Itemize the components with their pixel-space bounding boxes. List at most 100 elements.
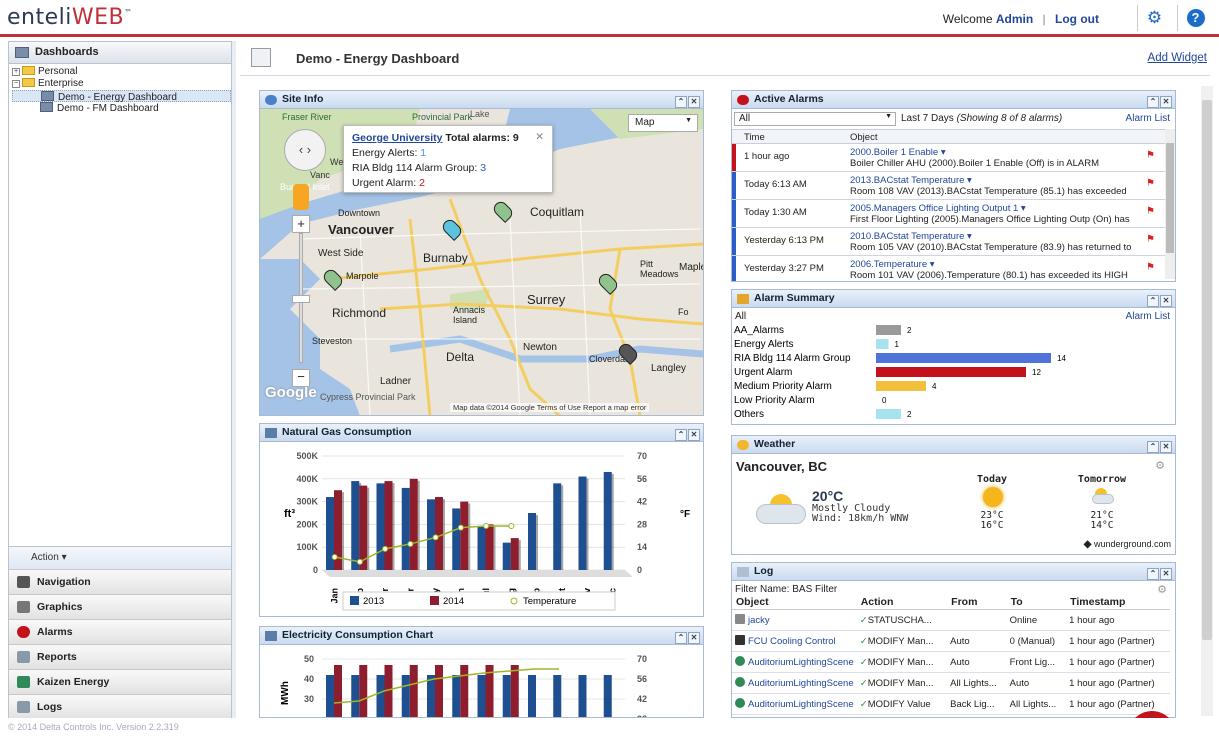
- summary-category-label[interactable]: Urgent Alarm: [734, 367, 792, 378]
- bar-2013[interactable]: [502, 675, 511, 717]
- alarm-row[interactable]: Yesterday 6:13 PM 2010.BACstat Temperatur…: [732, 228, 1165, 256]
- collapse-icon[interactable]: ⌃: [675, 96, 687, 108]
- temperature-point[interactable]: [457, 524, 464, 531]
- close-icon[interactable]: ✕: [1160, 295, 1172, 307]
- zoom-out-icon[interactable]: −: [292, 369, 310, 387]
- bar-2013[interactable]: [351, 675, 360, 717]
- temperature-point[interactable]: [331, 553, 338, 560]
- summary-category-label[interactable]: Energy Alerts: [734, 339, 793, 350]
- summary-category-label[interactable]: Low Priority Alarm: [734, 395, 815, 406]
- log-row[interactable]: jacky ✓STATUSCHA... Online 1 hour ago: [732, 609, 1170, 631]
- zoom-in-icon[interactable]: +: [292, 215, 310, 233]
- close-icon[interactable]: ✕: [1160, 96, 1172, 108]
- pegman-icon[interactable]: [293, 184, 309, 210]
- bar-2014[interactable]: [435, 665, 443, 717]
- alarm-list-link[interactable]: Alarm List: [1126, 113, 1170, 124]
- tree-item[interactable]: + Personal: [12, 66, 231, 78]
- legend-label[interactable]: 2013: [363, 596, 384, 607]
- summary-bar[interactable]: [876, 339, 889, 349]
- bar-2013[interactable]: [376, 675, 385, 717]
- bar-2014[interactable]: [460, 501, 469, 570]
- sidebar-panel-logs[interactable]: Logs: [9, 694, 231, 719]
- summary-bar[interactable]: [876, 353, 1051, 363]
- alarm-row[interactable]: Yesterday 3:27 PM 2006.Temperature ▾ Room …: [732, 256, 1165, 281]
- bar-2013[interactable]: [376, 483, 385, 570]
- pan-control-icon[interactable]: ‹ ›: [284, 129, 326, 171]
- log-row[interactable]: AuditoriumLightingScene ✓MODIFY Man... Aut…: [732, 651, 1170, 673]
- alarm-object-link[interactable]: 2006.Temperature ▾: [850, 259, 935, 270]
- temperature-point[interactable]: [407, 540, 414, 547]
- log-object[interactable]: AuditoriumLightingScene: [748, 699, 854, 710]
- summary-filter[interactable]: All: [735, 311, 746, 322]
- sidebar-panel-navigation[interactable]: Navigation: [9, 569, 231, 594]
- logout-link[interactable]: Log out: [1055, 12, 1099, 26]
- summary-alarm-list-link[interactable]: Alarm List: [1126, 311, 1170, 322]
- temperature-point[interactable]: [382, 545, 389, 552]
- log-object[interactable]: AuditoriumLightingScene: [748, 657, 854, 668]
- sidebar-panel-graphics[interactable]: Graphics: [9, 594, 231, 619]
- temperature-point[interactable]: [483, 523, 490, 530]
- collapse-icon[interactable]: ⌃: [675, 429, 687, 441]
- close-icon[interactable]: ✕: [688, 96, 700, 108]
- bar-2014[interactable]: [359, 665, 368, 717]
- bar-2013[interactable]: [427, 675, 435, 717]
- summary-bar[interactable]: [876, 409, 901, 419]
- sidebar-panel-reports[interactable]: Reports: [9, 644, 231, 669]
- legend-label[interactable]: 2014: [443, 596, 464, 607]
- alarm-object-link[interactable]: 2005.Managers Office Lighting Output 1 ▾: [850, 203, 1026, 214]
- alarm-row[interactable]: Today 6:13 AM 2013.BACstat Temperature ▾ R…: [732, 172, 1165, 200]
- close-icon[interactable]: ✕: [535, 130, 544, 145]
- alarm-flag-icon[interactable]: ⚑: [1146, 234, 1155, 245]
- alarm-flag-icon[interactable]: ⚑: [1146, 262, 1155, 273]
- settings-gear-icon[interactable]: ⚙: [1137, 5, 1171, 31]
- collapse-icon[interactable]: ⌃: [1147, 295, 1159, 307]
- log-row[interactable]: AuditoriumLightingScene ✓MODIFY Value Back…: [732, 693, 1170, 715]
- bar-2014[interactable]: [409, 665, 418, 717]
- close-icon[interactable]: ✕: [688, 429, 700, 441]
- bar-2013[interactable]: [528, 513, 536, 570]
- zoom-slider-handle[interactable]: [292, 295, 310, 303]
- tree-item[interactable]: − Enterprise: [12, 78, 231, 90]
- alarm-filter-select[interactable]: All ▼: [734, 112, 896, 126]
- alarm-flag-icon[interactable]: ⚑: [1146, 178, 1155, 189]
- bar-2013[interactable]: [603, 471, 612, 570]
- help-icon[interactable]: ?: [1177, 5, 1213, 31]
- log-row[interactable]: AuditoriumLightingScene ✓MODIFY Man... All…: [732, 672, 1170, 694]
- collapse-icon[interactable]: ⌃: [1147, 441, 1159, 453]
- collapse-icon[interactable]: ⌃: [1147, 96, 1159, 108]
- alarm-object-link[interactable]: 2013.BACstat Temperature ▾: [850, 175, 972, 186]
- bar-2014[interactable]: [334, 665, 342, 717]
- summary-bar[interactable]: [876, 381, 926, 391]
- col-time[interactable]: Time: [744, 132, 765, 143]
- bar-2014[interactable]: [409, 478, 418, 570]
- add-widget-link[interactable]: Add Widget: [1148, 52, 1207, 64]
- summary-bar[interactable]: [876, 325, 901, 335]
- temperature-point[interactable]: [508, 523, 515, 530]
- log-col-header[interactable]: From: [947, 595, 1007, 610]
- bar-2014[interactable]: [435, 497, 443, 570]
- page-scrollbar[interactable]: [1201, 86, 1213, 716]
- bar-2013[interactable]: [401, 675, 410, 717]
- action-dropdown[interactable]: Action ▾: [9, 546, 231, 569]
- expand-icon[interactable]: +: [12, 68, 20, 76]
- temperature-point[interactable]: [356, 558, 363, 565]
- bar-2013[interactable]: [477, 675, 486, 717]
- site-map[interactable]: Fraser River Provincial Park Lake Burrar…: [260, 109, 703, 415]
- summary-bar[interactable]: [876, 367, 1026, 377]
- bar-2013[interactable]: [427, 499, 435, 570]
- log-col-header[interactable]: Timestamp: [1066, 595, 1170, 610]
- bar-2013[interactable]: [553, 483, 562, 570]
- bar-2013[interactable]: [401, 487, 410, 570]
- sidebar-panel-alarms[interactable]: Alarms: [9, 619, 231, 644]
- close-icon[interactable]: ✕: [1160, 568, 1172, 580]
- alarm-flag-icon[interactable]: ⚑: [1146, 150, 1155, 161]
- gear-icon[interactable]: ⚙: [1155, 459, 1165, 472]
- bar-2014[interactable]: [510, 538, 519, 570]
- bar-2013[interactable]: [502, 542, 511, 570]
- sidebar-splitter[interactable]: [232, 41, 236, 718]
- bar-2013[interactable]: [553, 675, 562, 717]
- bar-2013[interactable]: [578, 675, 587, 717]
- map-type-select[interactable]: Map ▼: [628, 114, 698, 132]
- bar-2014[interactable]: [359, 485, 368, 570]
- collapse-icon[interactable]: ⌃: [1147, 568, 1159, 580]
